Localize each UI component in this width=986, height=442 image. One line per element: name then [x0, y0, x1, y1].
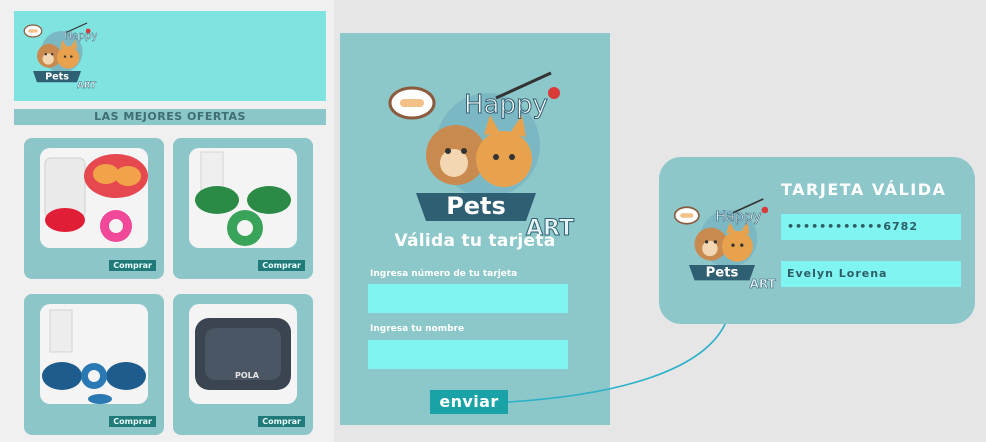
- svg-text:Pets: Pets: [706, 266, 739, 281]
- card-holder-name: Evelyn Lorena: [781, 261, 961, 287]
- svg-text:Happy: Happy: [715, 209, 762, 225]
- masked-card-number: ••••••••••••6782: [781, 214, 961, 240]
- validated-card: Pets Happy ART TARJETA VÁLIDA ••••••••••…: [659, 157, 975, 324]
- valid-card-title: TARJETA VÁLIDA: [781, 180, 947, 199]
- svg-text:ART: ART: [750, 277, 777, 291]
- happy-pets-logo: Pets Happy ART: [673, 198, 777, 291]
